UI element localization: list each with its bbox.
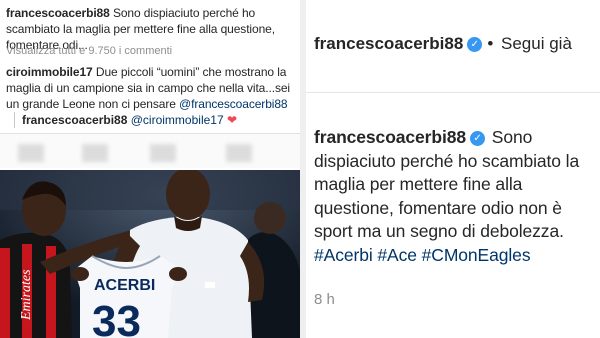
comment-ciroimmobile17: ciroimmobile17 Due piccoli “uomini” che … — [6, 64, 298, 112]
blurred-icon — [18, 144, 44, 162]
blurred-action-row — [0, 134, 300, 168]
verified-badge-icon: ✓ — [467, 37, 483, 52]
blurred-icon — [82, 144, 108, 162]
separator-dot: • — [487, 34, 494, 53]
blurred-icon — [226, 144, 252, 162]
view-all-comments-link[interactable]: Visualizza tutti e 9.750 i commenti — [6, 45, 172, 57]
post-photo: Emirates ACERBI 33 — [0, 170, 300, 338]
post-timestamp: 8 h — [314, 291, 335, 308]
shirt-name-text: ACERBI — [94, 277, 155, 294]
comment-username[interactable]: francescoacerbi88 — [6, 6, 110, 20]
verified-badge-icon: ✓ — [470, 131, 486, 146]
reply-username[interactable]: francescoacerbi88 — [22, 113, 127, 127]
left-post-panel: francescoacerbi88 Sono dispiaciuto perch… — [0, 0, 300, 338]
caption-username[interactable]: francescoacerbi88 — [314, 127, 466, 147]
players-illustration: Emirates ACERBI 33 — [0, 170, 300, 338]
right-post-panel: francescoacerbi88 ✓ • Segui già francescoa… — [306, 0, 600, 338]
comment-username[interactable]: ciroimmobile17 — [6, 65, 93, 79]
post-caption: francescoacerbi88 ✓ Sono dispiaciuto perc… — [314, 126, 600, 267]
heart-icon: ❤ — [226, 113, 238, 127]
shirt-number-text: 33 — [92, 297, 141, 338]
header-username[interactable]: francescoacerbi88 — [314, 34, 463, 53]
following-button[interactable]: Segui già — [501, 34, 572, 53]
sponsor-text: Emirates — [19, 269, 34, 321]
mention-link[interactable]: @ciroimmobile17 — [131, 113, 224, 127]
blurred-icon — [150, 144, 176, 162]
caption-hashtags[interactable]: #Acerbi #Ace #CMonEagles — [314, 245, 531, 265]
reply-thread-line — [14, 112, 15, 128]
post-header: francescoacerbi88 ✓ • Segui già — [314, 34, 572, 54]
header-divider — [306, 92, 600, 93]
mention-link[interactable]: @francescoacerbi88 — [179, 97, 288, 111]
